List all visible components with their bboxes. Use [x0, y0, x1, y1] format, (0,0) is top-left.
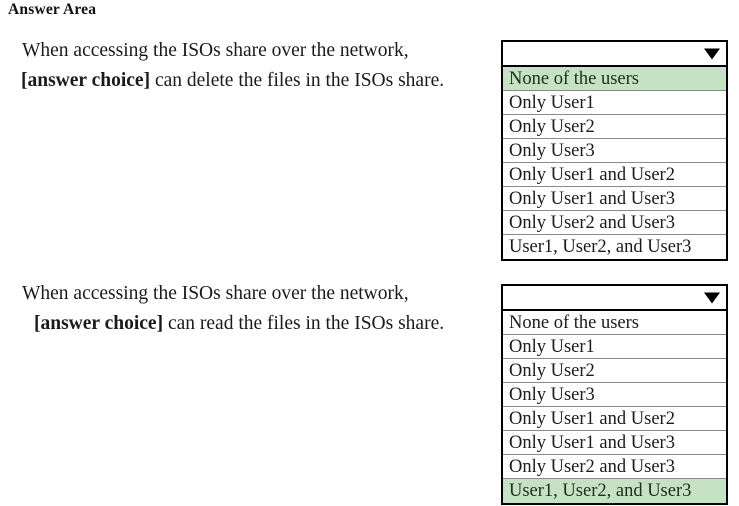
dropdown-option[interactable]: User1, User2, and User3 [503, 479, 726, 503]
dropdown-option[interactable]: Only User1 [503, 91, 726, 115]
dropdown-delete-permission-selected-box[interactable] [501, 40, 728, 67]
dropdown-option[interactable]: Only User1 [503, 335, 726, 359]
answer-area-page: Answer Area When accessing the ISOs shar… [0, 0, 739, 506]
question-1-line-2-rest: can delete the files in the ISOs share. [150, 70, 445, 91]
dropdown-option[interactable]: Only User1 and User2 [503, 163, 726, 187]
dropdown-option[interactable]: Only User2 and User3 [503, 211, 726, 235]
question-block-2: When accessing the ISOs share over the n… [0, 279, 495, 339]
dropdown-option[interactable]: Only User3 [503, 383, 726, 407]
page-title: Answer Area [8, 1, 97, 18]
question-2-line-2: [answer choice] can read the files in th… [0, 309, 495, 339]
dropdown-delete-permission-options[interactable]: None of the users Only User1 Only User2 … [501, 67, 728, 261]
dropdown-option[interactable]: None of the users [503, 311, 726, 335]
question-2-line-2-rest: can read the files in the ISOs share. [163, 313, 445, 334]
caret-down-icon[interactable] [704, 48, 720, 59]
dropdown-option[interactable]: Only User1 and User3 [503, 431, 726, 455]
dropdown-option[interactable]: Only User2 and User3 [503, 455, 726, 479]
question-block-1: When accessing the ISOs share over the n… [0, 36, 495, 96]
answer-choice-placeholder-2: [answer choice] [34, 313, 164, 334]
dropdown-read-permission-options[interactable]: None of the users Only User1 Only User2 … [501, 311, 728, 505]
dropdown-option[interactable]: Only User2 [503, 115, 726, 139]
dropdown-option[interactable]: Only User3 [503, 139, 726, 163]
dropdown-read-permission[interactable]: None of the users Only User1 Only User2 … [501, 284, 728, 505]
dropdown-option[interactable]: None of the users [503, 67, 726, 91]
dropdown-option[interactable]: User1, User2, and User3 [503, 235, 726, 259]
dropdown-read-permission-selected-box[interactable] [501, 284, 728, 311]
question-2-line-1: When accessing the ISOs share over the n… [22, 283, 409, 304]
dropdown-option[interactable]: Only User1 and User2 [503, 407, 726, 431]
dropdown-option[interactable]: Only User1 and User3 [503, 187, 726, 211]
answer-choice-placeholder-1: [answer choice] [21, 70, 151, 91]
question-1-line-2: [answer choice] can delete the files in … [0, 66, 495, 96]
dropdown-option[interactable]: Only User2 [503, 359, 726, 383]
dropdown-delete-permission[interactable]: None of the users Only User1 Only User2 … [501, 40, 728, 261]
question-1-line-1: When accessing the ISOs share over the n… [22, 40, 409, 61]
caret-down-icon[interactable] [704, 292, 720, 303]
